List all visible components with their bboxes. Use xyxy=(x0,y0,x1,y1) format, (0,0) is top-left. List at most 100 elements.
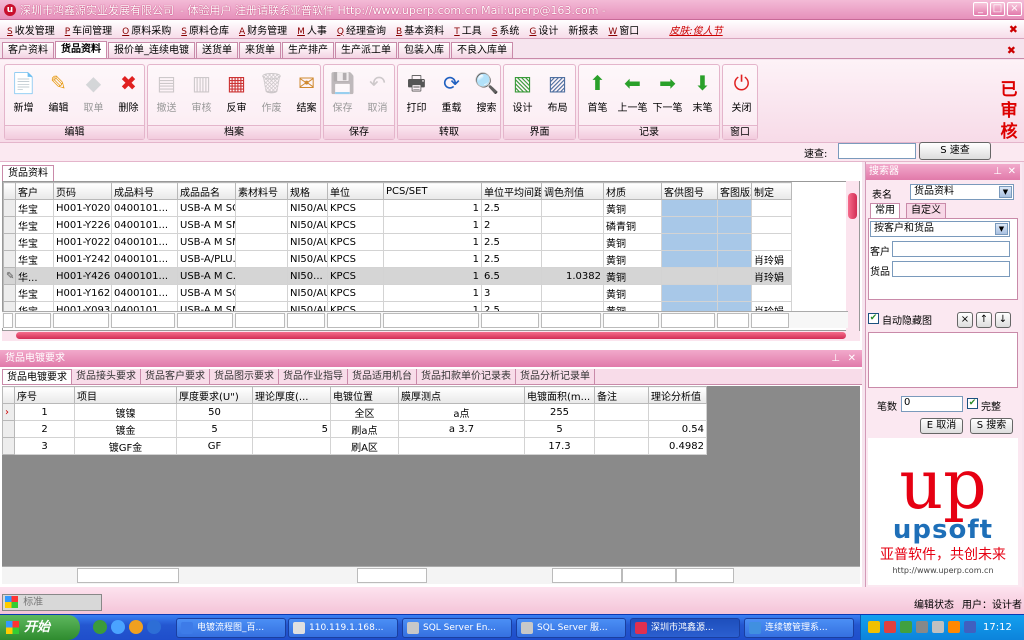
table-cell[interactable]: 0400101... xyxy=(111,250,178,268)
toolbar-button[interactable]: ✎ 编辑 xyxy=(41,68,76,114)
table-row[interactable]: 2 镀金 5 5 刷a点 a 3.7 5 0.54 xyxy=(2,420,707,438)
column-header[interactable]: 厚度要求(U") xyxy=(176,386,253,404)
table-cell[interactable]: 5 xyxy=(176,420,253,438)
count-input[interactable]: 0 xyxy=(901,396,963,412)
table-cell[interactable]: 0.4982 xyxy=(648,437,707,455)
table-cell[interactable]: H001-Y022 xyxy=(53,233,112,251)
table-cell[interactable]: 5 xyxy=(524,420,595,438)
table-cell[interactable] xyxy=(717,267,752,285)
product-grid-vscroll[interactable] xyxy=(846,181,859,331)
tray-icon[interactable] xyxy=(884,621,896,633)
table-cell[interactable]: 3 xyxy=(481,284,542,302)
close-icon[interactable]: ✖ xyxy=(1009,23,1018,36)
column-header[interactable]: 页码 xyxy=(53,182,112,200)
table-row[interactable]: 华宝H001-Y0220400101...USB-A M SM... NI50/A… xyxy=(3,233,792,251)
taskbar-item[interactable]: 连续镀管理系... xyxy=(744,618,854,638)
menu-item[interactable]: T 工具 xyxy=(449,22,487,37)
move-down-icon[interactable]: ↓ xyxy=(995,312,1011,328)
table-cell[interactable] xyxy=(717,233,752,251)
complete-checkbox[interactable]: ✔ xyxy=(967,398,978,409)
table-cell[interactable]: 华宝 xyxy=(15,199,54,217)
table-cell[interactable] xyxy=(594,437,649,455)
table-row[interactable]: 华宝H001-Y2420400101...USB-A/PLU... NI50/AU… xyxy=(3,250,792,268)
table-cell[interactable] xyxy=(661,233,718,251)
plating-tab[interactable]: 货品分析记录单 xyxy=(516,369,595,384)
table-cell[interactable]: 1 xyxy=(14,403,75,421)
table-cell[interactable]: 2.5 xyxy=(481,233,542,251)
tab-common[interactable]: 常用 xyxy=(870,203,900,218)
table-cell[interactable]: USB-A M SO... xyxy=(177,284,236,302)
doc-tab[interactable]: 来货单 xyxy=(239,42,281,58)
close-tab-icon[interactable]: ✖ xyxy=(1007,44,1016,57)
toolbar-button[interactable]: 🖶 打印 xyxy=(399,68,434,114)
table-cell[interactable]: H001-Y226 xyxy=(53,216,112,234)
toolbar-button[interactable]: ⬇ 末笔 xyxy=(685,68,720,114)
table-cell[interactable]: 刷A区 xyxy=(330,437,399,455)
table-cell[interactable]: a点 xyxy=(398,403,525,421)
tray-icon[interactable] xyxy=(964,621,976,633)
table-cell[interactable]: 黄铜 xyxy=(603,199,662,217)
column-header[interactable]: 制定 xyxy=(751,182,792,200)
toolbar-button[interactable]: ▤ 撤送 xyxy=(149,68,184,114)
toolbar-button[interactable]: 📄 新增 xyxy=(6,68,41,114)
plating-tab[interactable]: 货品图示要求 xyxy=(210,369,279,384)
close-window-button[interactable]: × xyxy=(1007,2,1022,16)
menu-item[interactable]: W 窗口 xyxy=(603,22,644,37)
table-cell[interactable]: 镀金 xyxy=(74,420,177,438)
table-cell[interactable] xyxy=(235,216,288,234)
table-cell[interactable] xyxy=(717,250,752,268)
pin-icon[interactable]: ⊥ xyxy=(993,164,1002,180)
table-cell[interactable]: KPCS xyxy=(327,216,384,234)
table-cell[interactable]: 华宝 xyxy=(15,216,54,234)
table-cell[interactable] xyxy=(541,233,604,251)
explorer-icon[interactable] xyxy=(147,620,161,634)
table-cell[interactable]: 0400101... xyxy=(111,199,178,217)
table-cell[interactable]: 黄铜 xyxy=(603,250,662,268)
tray-icon[interactable] xyxy=(948,621,960,633)
doc-tab[interactable]: 包装入库 xyxy=(398,42,450,58)
table-row[interactable]: 华宝H001-Y0200400101...USB-A M SO... NI50/A… xyxy=(3,199,792,217)
table-cell[interactable]: H001-Y242 xyxy=(53,250,112,268)
taskbar-item[interactable]: 电镀流程图_百... xyxy=(176,618,286,638)
toolbar-button[interactable]: ▨ 布局 xyxy=(540,68,575,114)
table-cell[interactable]: NI50/AU... xyxy=(287,233,328,251)
table-cell[interactable]: 肖玲娟 xyxy=(751,250,792,268)
table-cell[interactable]: H001-Y426 xyxy=(53,267,112,285)
table-cell[interactable]: USB-A/PLU... xyxy=(177,250,236,268)
clear-icon[interactable]: × xyxy=(957,312,973,328)
skin-link[interactable]: 皮肤:俊人节 xyxy=(664,22,727,37)
column-header[interactable]: 单位 xyxy=(327,182,384,200)
table-cell[interactable]: 0400101... xyxy=(111,284,178,302)
table-cell[interactable]: KPCS xyxy=(327,267,384,285)
menu-item[interactable]: S 系统 xyxy=(487,22,525,37)
toolbar-button[interactable]: ✉ 结案 xyxy=(289,68,324,114)
menu-item[interactable]: M 人事 xyxy=(292,22,332,37)
table-cell[interactable]: 0400101... xyxy=(111,233,178,251)
plating-tab[interactable]: 货品作业指导 xyxy=(279,369,348,384)
table-cell[interactable] xyxy=(235,233,288,251)
toolbar-button[interactable]: ▥ 审核 xyxy=(184,68,219,114)
table-cell[interactable]: 1 xyxy=(383,284,482,302)
table-cell[interactable]: USB-A M C... xyxy=(177,267,236,285)
table-cell[interactable]: 50 xyxy=(176,403,253,421)
table-cell[interactable] xyxy=(751,199,792,217)
taskbar-item[interactable]: SQL Server 服... xyxy=(516,618,626,638)
column-header[interactable]: 规格 xyxy=(287,182,328,200)
table-cell[interactable]: 2.5 xyxy=(481,250,542,268)
column-header[interactable]: 理论厚度(... xyxy=(252,386,331,404)
menu-item[interactable]: A 财务管理 xyxy=(234,22,292,37)
table-cell[interactable]: 黄铜 xyxy=(603,267,662,285)
toolbar-button[interactable]: ↶ 取消 xyxy=(360,68,395,114)
toolbar-button[interactable]: ⬆ 首笔 xyxy=(580,68,615,114)
menu-item[interactable]: O 原料采购 xyxy=(117,22,176,37)
column-header[interactable]: 调色剂值 xyxy=(541,182,604,200)
start-button[interactable]: 开始 xyxy=(0,615,80,640)
table-cell[interactable] xyxy=(751,233,792,251)
plating-tab[interactable]: 货品扣款单价记录表 xyxy=(417,369,516,384)
table-cell[interactable]: 1.0382 xyxy=(541,267,604,285)
table-cell[interactable]: KPCS xyxy=(327,233,384,251)
column-header[interactable]: 电镀位置 xyxy=(330,386,399,404)
menu-item[interactable]: S 收发管理 xyxy=(2,22,60,37)
plating-tab[interactable]: 货品客户要求 xyxy=(141,369,210,384)
table-cell[interactable]: 华... xyxy=(15,267,54,285)
